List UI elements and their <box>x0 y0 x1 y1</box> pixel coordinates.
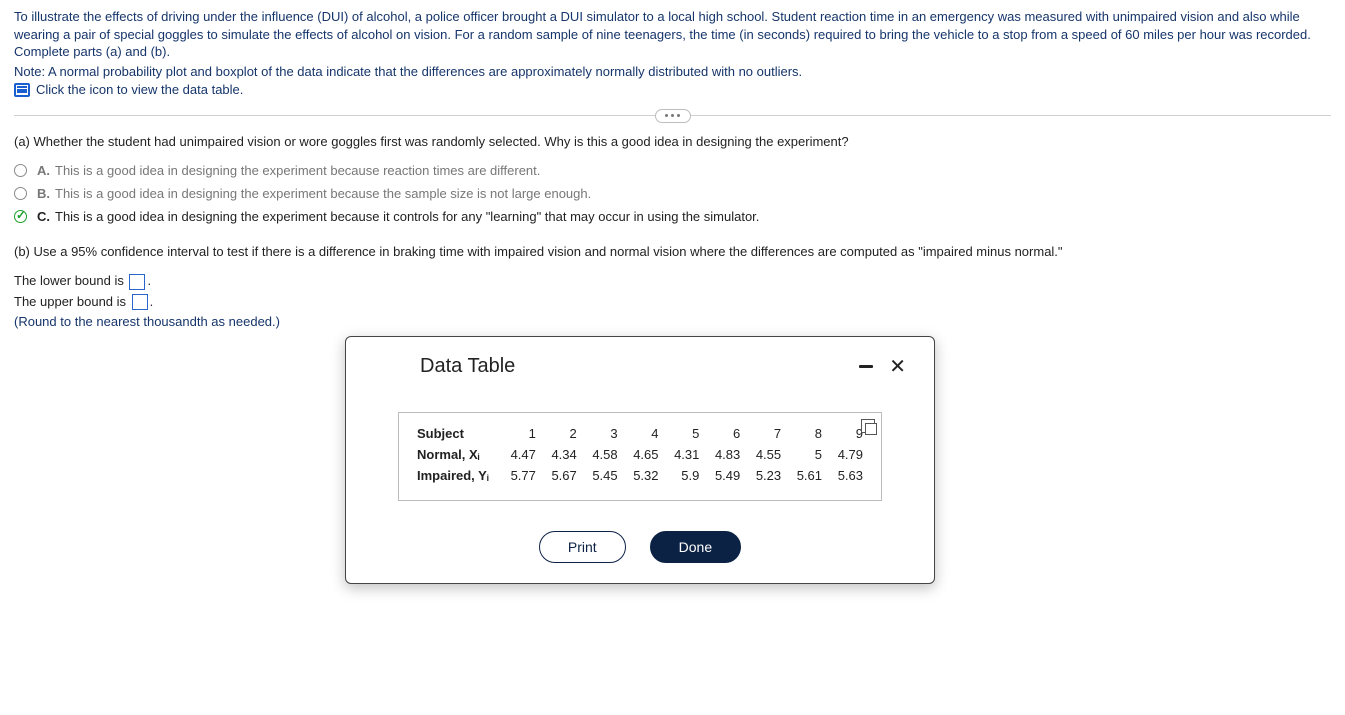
table-row-subject: Subject 123 456 789 <box>411 423 869 444</box>
expand-pill[interactable] <box>655 109 691 123</box>
part-a-options: A.This is a good idea in designing the e… <box>14 163 1331 224</box>
done-button[interactable]: Done <box>650 531 741 563</box>
data-table: Subject 123 456 789 Normal, Xᵢ 4.474.344… <box>411 423 869 486</box>
option-a[interactable]: A.This is a good idea in designing the e… <box>14 163 1331 178</box>
radio-checked-icon <box>14 210 27 223</box>
radio-icon <box>14 187 27 200</box>
upper-bound-input[interactable] <box>132 294 148 310</box>
radio-icon <box>14 164 27 177</box>
section-divider <box>14 115 1331 116</box>
modal-title: Data Table <box>420 355 515 378</box>
option-b[interactable]: B.This is a good idea in designing the e… <box>14 186 1331 201</box>
problem-note: Note: A normal probability plot and boxp… <box>14 63 1331 81</box>
data-table-container: Subject 123 456 789 Normal, Xᵢ 4.474.344… <box>398 412 882 501</box>
option-a-text: This is a good idea in designing the exp… <box>55 163 540 178</box>
option-c[interactable]: C.This is a good idea in designing the e… <box>14 209 1331 224</box>
lower-bound-input[interactable] <box>129 274 145 290</box>
part-a-prompt: (a) Whether the student had unimpaired v… <box>14 134 1331 149</box>
option-c-text: This is a good idea in designing the exp… <box>55 209 759 224</box>
print-button[interactable]: Print <box>539 531 626 563</box>
copy-icon[interactable] <box>861 419 875 433</box>
table-row-impaired: Impaired, Yᵢ 5.775.675.45 5.325.95.49 5.… <box>411 465 869 486</box>
upper-bound-line: The upper bound is . <box>14 294 1331 311</box>
table-row-normal: Normal, Xᵢ 4.474.344.58 4.654.314.83 4.5… <box>411 444 869 465</box>
data-table-modal: Data Table ✕ Subject 123 456 789 Normal,… <box>345 336 935 584</box>
table-icon <box>14 83 30 97</box>
close-icon[interactable]: ✕ <box>889 357 906 377</box>
view-data-table-link[interactable]: Click the icon to view the data table. <box>14 82 1331 97</box>
lower-bound-line: The lower bound is . <box>14 273 1331 290</box>
view-data-link-text: Click the icon to view the data table. <box>36 82 243 97</box>
minimize-icon[interactable] <box>859 365 873 368</box>
part-b-prompt: (b) Use a 95% confidence interval to tes… <box>14 244 1331 259</box>
option-b-text: This is a good idea in designing the exp… <box>55 186 591 201</box>
rounding-hint: (Round to the nearest thousandth as need… <box>14 314 1331 329</box>
problem-statement: To illustrate the effects of driving und… <box>14 8 1331 61</box>
